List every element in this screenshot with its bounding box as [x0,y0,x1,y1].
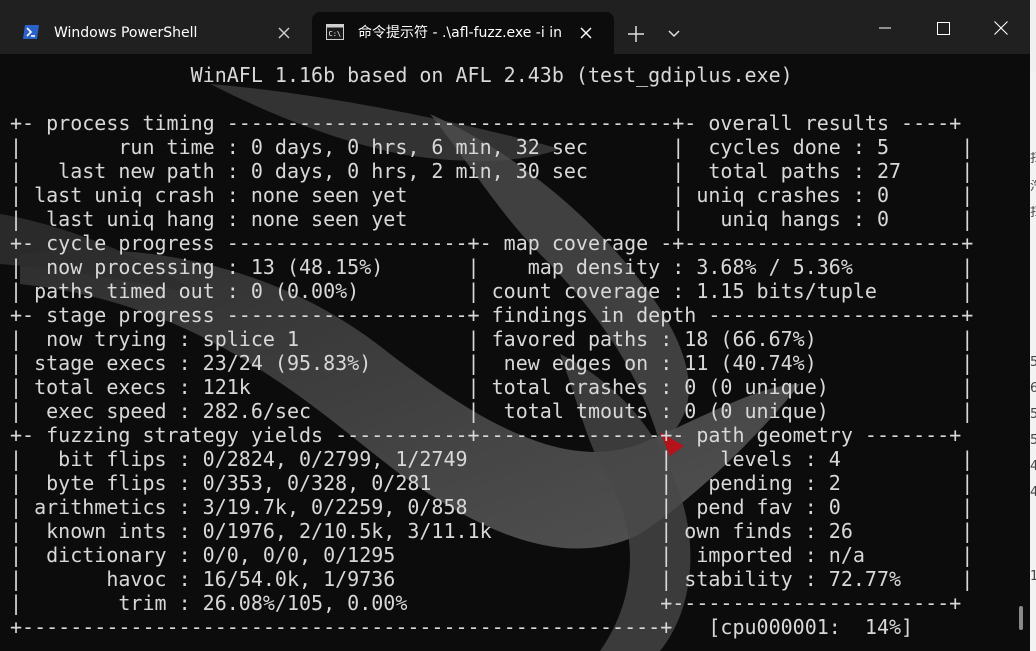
close-window-button[interactable] [978,13,1024,43]
title-bar: Windows PowerShell C:\ 命令提示符 - .\afl-fuz… [0,0,1030,54]
background-text: 5 [1030,356,1036,370]
terminal-line: | last uniq hang : none seen yet | uniq … [10,207,974,231]
background-text: 汽 [1030,180,1036,194]
maximize-icon [936,21,950,35]
terminal-line: | run time : 0 days, 0 hrs, 6 min, 32 se… [10,135,974,159]
background-text: 扫 [1030,152,1036,166]
background-text: 1 [1030,570,1036,584]
terminal-line: +- fuzzing strategy yields -----------+-… [10,423,962,447]
terminal-line: | bit flips : 0/2824, 0/2799, 1/2749 | l… [10,447,974,471]
terminal-line: | now trying : splice 1 | favored paths … [10,327,974,351]
background-window-edge: 扫 汽 扫 5 6 5 5 4 4 1 [1030,0,1036,651]
terminal-line: +- process timing ----------------------… [10,111,962,135]
command-prompt-icon: C:\ [326,24,344,40]
background-text: 5 [1030,434,1036,448]
terminal-line: +---------------------------------------… [10,615,914,639]
terminal-pane[interactable]: WinAFL 1.16b based on AFL 2.43b (test_gd… [0,54,1030,651]
powershell-icon [23,25,39,39]
terminal-line: +- stage progress --------------------+ … [10,303,974,327]
close-tab-icon[interactable] [578,25,594,41]
plus-icon[interactable] [626,24,646,44]
terminal-line: | arithmetics : 3/19.7k, 0/2259, 0/858 |… [10,495,974,519]
background-window-titlebar [1030,0,1036,72]
background-text: 4 [1030,460,1036,474]
background-text: 5 [1030,408,1036,422]
terminal-line: | havoc : 16/54.0k, 1/9736 | stability :… [10,567,974,591]
scrollbar-thumb[interactable] [1019,606,1023,630]
terminal-line: | stage execs : 23/24 (95.83%) | new edg… [10,351,974,375]
scrollbar[interactable] [1018,54,1030,651]
terminal-line: | trim : 26.08%/105, 0.00% +------------… [10,591,962,615]
terminal-line: | known ints : 0/1976, 2/10.5k, 3/11.1k … [10,519,974,543]
chevron-down-icon[interactable] [666,26,682,42]
terminal-line: | total execs : 121k | total crashes : 0… [10,375,974,399]
terminal-line: | now processing : 13 (48.15%) | map den… [10,255,974,279]
tab-windows-powershell[interactable]: Windows PowerShell [8,12,304,54]
tab-command-prompt[interactable]: C:\ 命令提示符 - .\afl-fuzz.exe -i in [312,12,614,54]
close-tab-icon[interactable] [276,25,292,41]
terminal-output: WinAFL 1.16b based on AFL 2.43b (test_gd… [10,63,973,639]
terminal-line: | exec speed : 282.6/sec | total tmouts … [10,399,974,423]
minimize-button[interactable] [862,13,908,43]
tab-title: Windows PowerShell [54,25,198,41]
terminal-line: | last uniq crash : none seen yet | uniq… [10,183,974,207]
terminal-line: +- cycle progress --------------------+-… [10,231,974,255]
background-text: 6 [1030,382,1036,396]
terminal-line: | last new path : 0 days, 0 hrs, 2 min, … [10,159,974,183]
svg-text:C:\: C:\ [329,30,342,38]
maximize-button[interactable] [920,13,966,43]
terminal-line: | dictionary : 0/0, 0/0, 0/1295 | import… [10,543,974,567]
background-text: 4 [1030,486,1036,500]
terminal-line: | paths timed out : 0 (0.00%) | count co… [10,279,974,303]
background-text: 扫 [1030,206,1036,220]
terminal-line: | byte flips : 0/353, 0/328, 0/281 | pen… [10,471,974,495]
close-icon [994,21,1008,35]
minimize-icon [879,27,891,29]
tab-title: 命令提示符 - .\afl-fuzz.exe -i in [358,25,562,41]
terminal-line: WinAFL 1.16b based on AFL 2.43b (test_gd… [10,63,793,87]
